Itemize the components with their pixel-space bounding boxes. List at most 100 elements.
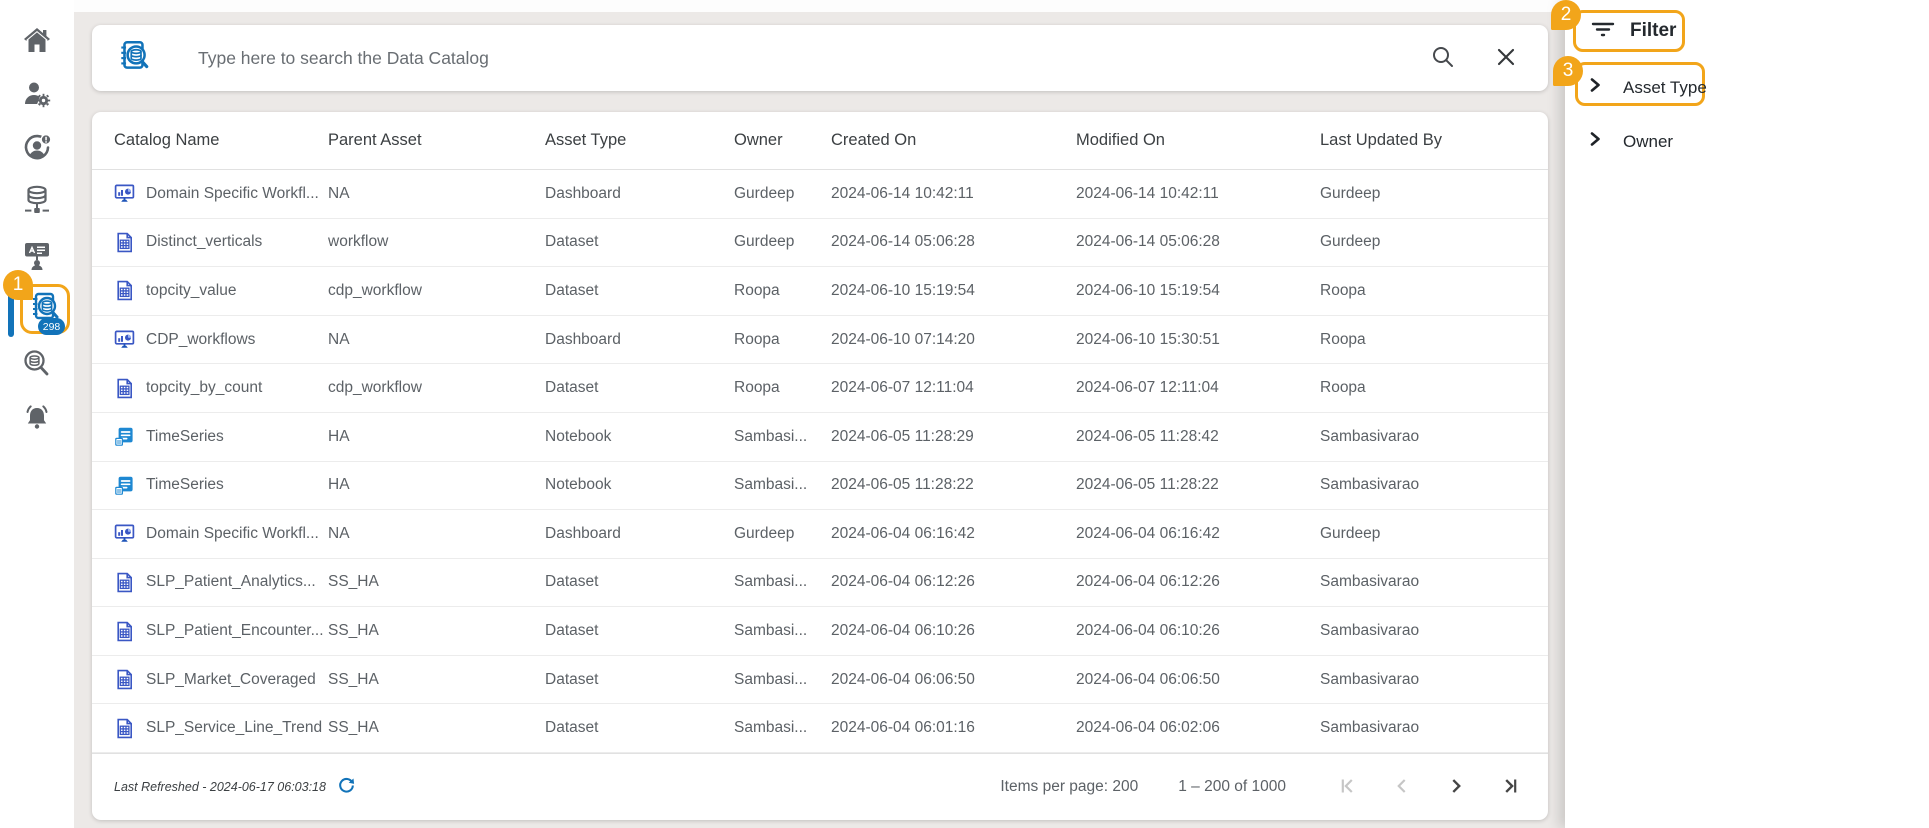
chevron-right-icon (1585, 75, 1605, 100)
catalog-name: Domain Specific Workfl... (146, 184, 319, 202)
data-catalog-search-icon (116, 38, 152, 79)
last-page-button[interactable] (1496, 773, 1524, 801)
table-row[interactable]: Distinct_verticals workflow Dataset Gurd… (92, 219, 1548, 268)
first-page-icon (1335, 773, 1361, 802)
search-button[interactable] (1426, 40, 1460, 77)
modified-on: 2024-06-04 06:10:26 (1076, 622, 1220, 640)
owner: Sambasi... (734, 670, 808, 688)
created-on: 2024-06-07 12:11:04 (831, 379, 974, 397)
table-row[interactable]: topcity_by_count cdp_workflow Dataset Ro… (92, 364, 1548, 413)
modified-on: 2024-06-10 15:30:51 (1076, 330, 1220, 348)
dataset-icon (114, 621, 135, 642)
last-updated-by: Gurdeep (1320, 524, 1381, 542)
column-header-catalog-name: Catalog Name (114, 130, 220, 149)
sidebar-item-data-sources[interactable] (0, 179, 74, 223)
table-row[interactable]: TimeSeries HA Notebook Sambasi... 2024-0… (92, 413, 1548, 462)
table-row[interactable]: SLP_Service_Line_Trend SS_HA Dataset Sam… (92, 704, 1548, 754)
search-input[interactable] (198, 47, 1426, 69)
sidebar: 1 298 (0, 0, 74, 828)
last-refreshed-label: Last Refreshed - 2024-06-17 06:03:18 (114, 780, 326, 795)
last-updated-by: Gurdeep (1320, 184, 1381, 202)
annotation-badge-2: 2 (1551, 0, 1581, 30)
last-updated-by: Roopa (1320, 281, 1366, 299)
table-row[interactable]: SLP_Patient_Analytics... SS_HA Dataset S… (92, 559, 1548, 608)
last-updated-by: Sambasivarao (1320, 670, 1420, 688)
table-row[interactable]: SLP_Market_Coveraged SS_HA Dataset Samba… (92, 656, 1548, 705)
last-refreshed-text: Last Refreshed - 2024-06-17 06:03:18 (114, 774, 358, 800)
filter-button[interactable]: Filter (1573, 10, 1685, 52)
table-row[interactable]: topcity_value cdp_workflow Dataset Roopa… (92, 267, 1548, 316)
dataset-icon (114, 280, 135, 301)
sidebar-item-home[interactable] (0, 18, 74, 62)
modified-on: 2024-06-07 12:11:04 (1076, 379, 1219, 397)
search-database-icon (21, 348, 53, 380)
table-row[interactable]: Domain Specific Workfl... NA Dashboard G… (92, 170, 1548, 219)
dataset-icon (114, 378, 135, 399)
home-icon (22, 26, 52, 54)
sidebar-item-user-status[interactable] (0, 126, 74, 170)
modified-on: 2024-06-04 06:12:26 (1076, 573, 1220, 591)
column-header-owner: Owner (734, 130, 783, 149)
table-row[interactable]: Domain Specific Workfl... NA Dashboard G… (92, 510, 1548, 559)
created-on: 2024-06-04 06:12:26 (831, 573, 975, 591)
table-header-row: Catalog Name Parent Asset Asset Type Own… (92, 112, 1548, 170)
chevron-right-icon (1585, 129, 1605, 154)
database-network-icon (22, 185, 52, 217)
owner: Gurdeep (734, 524, 795, 542)
sidebar-item-user-settings[interactable] (0, 72, 74, 116)
table-row[interactable]: TimeSeries HA Notebook Sambasi... 2024-0… (92, 462, 1548, 511)
modified-on: 2024-06-10 15:19:54 (1076, 281, 1220, 299)
presentation-user-icon (21, 240, 53, 272)
table-body: Domain Specific Workfl... NA Dashboard G… (92, 170, 1548, 754)
table-row[interactable]: CDP_workflows NA Dashboard Roopa 2024-06… (92, 316, 1548, 365)
filter-section-owner[interactable]: Owner (1585, 129, 1673, 154)
owner: Roopa (734, 330, 780, 348)
asset-type: Dataset (545, 233, 599, 251)
asset-type: Dataset (545, 573, 599, 591)
parent-asset: HA (328, 476, 350, 494)
catalog-name: SLP_Service_Line_Trend (146, 719, 323, 737)
last-page-icon (1497, 773, 1523, 802)
previous-page-button[interactable] (1388, 773, 1416, 801)
last-updated-by: Sambasivarao (1320, 476, 1420, 494)
last-updated-by: Sambasivarao (1320, 719, 1420, 737)
asset-type: Dataset (545, 719, 599, 737)
table-footer: Last Refreshed - 2024-06-17 06:03:18 Ite… (92, 753, 1548, 820)
modified-on: 2024-06-04 06:02:06 (1076, 719, 1220, 737)
column-header-created-on: Created On (831, 130, 917, 149)
search-bar (92, 25, 1548, 91)
catalog-name: SLP_Patient_Analytics... (146, 573, 316, 591)
table-row[interactable]: SLP_Patient_Encounter... SS_HA Dataset S… (92, 607, 1548, 656)
next-page-button[interactable] (1442, 773, 1470, 801)
catalog-name: Distinct_verticals (146, 233, 263, 251)
filter-panel: Filter Asset Type Owner (1565, 0, 1929, 828)
parent-asset: NA (328, 330, 350, 348)
created-on: 2024-06-05 11:28:22 (831, 476, 974, 494)
parent-asset: SS_HA (328, 719, 379, 737)
parent-asset: cdp_workflow (328, 379, 422, 397)
last-updated-by: Sambasivarao (1320, 427, 1420, 445)
last-updated-by: Sambasivarao (1320, 573, 1420, 591)
owner: Gurdeep (734, 184, 795, 202)
clear-search-button[interactable] (1490, 41, 1522, 76)
asset-type: Dataset (545, 281, 599, 299)
filter-icon (1590, 18, 1616, 45)
asset-type: Dataset (545, 622, 599, 640)
refresh-button[interactable] (335, 774, 358, 800)
search-icon (1430, 44, 1456, 73)
column-header-asset-type: Asset Type (545, 130, 627, 149)
created-on: 2024-06-14 05:06:28 (831, 233, 975, 251)
asset-type: Notebook (545, 476, 612, 494)
notebook-icon (114, 475, 135, 496)
sidebar-item-notifications[interactable] (0, 395, 74, 439)
annotation-badge-3: 3 (1553, 56, 1583, 86)
asset-type: Dataset (545, 670, 599, 688)
last-updated-by: Gurdeep (1320, 233, 1381, 251)
first-page-button[interactable] (1334, 773, 1362, 801)
previous-page-icon (1389, 773, 1415, 802)
catalog-name: topcity_value (146, 281, 237, 299)
created-on: 2024-06-04 06:06:50 (831, 670, 975, 688)
sidebar-item-asset-search[interactable] (0, 342, 74, 386)
filter-section-asset-type[interactable]: Asset Type (1585, 75, 1707, 100)
created-on: 2024-06-10 15:19:54 (831, 281, 975, 299)
